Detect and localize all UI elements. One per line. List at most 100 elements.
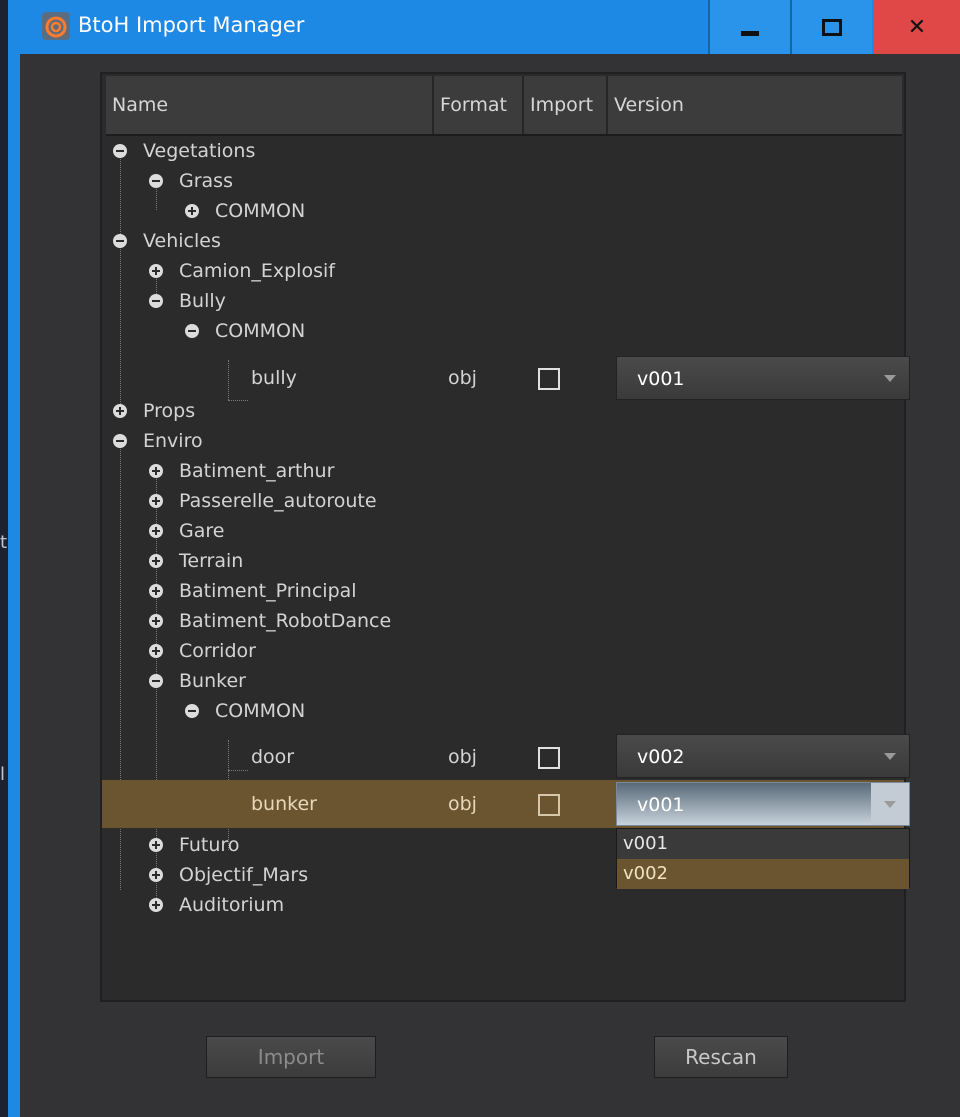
minimize-icon [741,30,759,36]
import-checkbox[interactable] [538,368,560,390]
tree-item-label: Gare [179,520,225,542]
column-header-format[interactable]: Format [434,76,524,134]
expand-icon[interactable] [149,524,163,538]
expand-icon[interactable] [149,584,163,598]
asset-format: obj [448,367,477,389]
expand-icon[interactable] [149,264,163,278]
tree-item-grass[interactable]: Grass [102,166,904,196]
tree-item-auditorium[interactable]: Auditorium [102,890,904,920]
version-select-value: v001 [637,794,685,816]
import-checkbox[interactable] [538,794,560,816]
rescan-button[interactable]: Rescan [654,1036,788,1078]
expand-icon[interactable] [149,868,163,882]
tree-item-label: Bunker [179,670,246,692]
tree-item-label: Objectif_Mars [179,864,309,886]
maximize-icon [822,18,842,36]
tree-item-label: Vegetations [143,140,256,162]
maximize-button[interactable] [790,0,872,54]
close-icon: ✕ [907,14,927,40]
chevron-down-icon[interactable] [871,357,909,399]
expand-icon[interactable] [185,204,199,218]
tree-item-label: Enviro [143,430,203,452]
close-button[interactable]: ✕ [874,0,960,54]
chevron-down-icon[interactable] [871,735,909,777]
expand-icon[interactable] [149,838,163,852]
expand-icon[interactable] [149,644,163,658]
asset-tree[interactable]: Name Format Import Version Vegetations G… [100,72,910,1002]
tree-item-bunker-folder[interactable]: Bunker [102,666,904,696]
tree-item-enviro[interactable]: Enviro [102,426,904,456]
expand-icon[interactable] [149,614,163,628]
tree-item-bunker-common[interactable]: COMMON [102,696,904,726]
tree-item-label: Futuro [179,834,240,856]
tree-item-batiment-principal[interactable]: Batiment_Principal [102,576,904,606]
collapse-icon[interactable] [113,434,127,448]
expand-icon[interactable] [113,404,127,418]
collapse-icon[interactable] [185,324,199,338]
tree-item-terrain[interactable]: Terrain [102,546,904,576]
tree-item-corridor[interactable]: Corridor [102,636,904,666]
tree-item-props[interactable]: Props [102,396,904,426]
tree-item-label: COMMON [215,700,306,722]
collapse-icon[interactable] [113,144,127,158]
asset-name: bunker [251,793,317,815]
tree-item-passerelle-autoroute[interactable]: Passerelle_autoroute [102,486,904,516]
tree-item-label: Bully [179,290,226,312]
tree-item-vegetations[interactable]: Vegetations [102,136,904,166]
tree-item-bully-folder[interactable]: Bully [102,286,904,316]
collapse-icon[interactable] [113,234,127,248]
asset-format: obj [448,793,477,815]
asset-row-bully[interactable]: bully obj v001 [102,356,910,400]
tree-item-objectif-mars[interactable]: Objectif_Mars [102,860,612,890]
tree-item-label: Batiment_Principal [179,580,357,602]
import-checkbox[interactable] [538,747,560,769]
tree-item-label: Grass [179,170,233,192]
tree-item-camion-explosif[interactable]: Camion_Explosif [102,256,904,286]
tree-item-label: Corridor [179,640,256,662]
tree-item-vehicles[interactable]: Vehicles [102,226,904,256]
collapse-icon[interactable] [149,674,163,688]
asset-name: door [251,746,295,768]
column-header-name[interactable]: Name [106,76,434,134]
version-select[interactable]: v002 [616,734,910,778]
tree-item-label: Batiment_RobotDance [179,610,392,632]
version-select[interactable]: v001 [616,356,910,400]
tree-item-bully-common[interactable]: COMMON [102,316,904,346]
import-button[interactable]: Import [206,1036,376,1078]
column-header-version[interactable]: Version [608,76,902,134]
tree-item-gare[interactable]: Gare [102,516,904,546]
tree-item-batiment-arthur[interactable]: Batiment_arthur [102,456,904,486]
tree-item-futuro[interactable]: Futuro [102,830,612,860]
import-manager-window: BtoH Import Manager ✕ Name Format Import… [8,0,960,1117]
collapse-icon[interactable] [149,174,163,188]
expand-icon[interactable] [149,898,163,912]
version-option[interactable]: v001 [617,829,909,859]
column-header-import[interactable]: Import [524,76,608,134]
houdini-app-icon [42,12,70,40]
minimize-button[interactable] [708,0,790,54]
version-option-highlighted[interactable]: v002 [617,859,909,889]
expand-icon[interactable] [149,464,163,478]
tree-item-batiment-robotdance[interactable]: Batiment_RobotDance [102,606,904,636]
tree-item-label: Auditorium [179,894,285,916]
chevron-down-icon[interactable] [871,783,909,825]
tree-item-label: Props [143,400,196,422]
tree-item-label: Passerelle_autoroute [179,490,377,512]
version-select[interactable]: v001 [616,782,910,826]
version-select-value: v002 [637,746,685,768]
asset-row-door[interactable]: door obj v002 [102,734,910,778]
expand-icon[interactable] [149,494,163,508]
tree-item-grass-common[interactable]: COMMON [102,196,904,226]
tree-item-label: COMMON [215,200,306,222]
window-title: BtoH Import Manager [78,13,305,37]
tree-header: Name Format Import Version [106,76,902,136]
tree-item-label: Batiment_arthur [179,460,335,482]
asset-name: bully [251,367,297,389]
collapse-icon[interactable] [185,704,199,718]
tree-item-label: Terrain [179,550,244,572]
expand-icon[interactable] [149,554,163,568]
collapse-icon[interactable] [149,294,163,308]
asset-row-bunker[interactable]: bunker obj v001 [102,780,910,828]
asset-format: obj [448,746,477,768]
title-bar[interactable]: BtoH Import Manager ✕ [8,0,960,54]
